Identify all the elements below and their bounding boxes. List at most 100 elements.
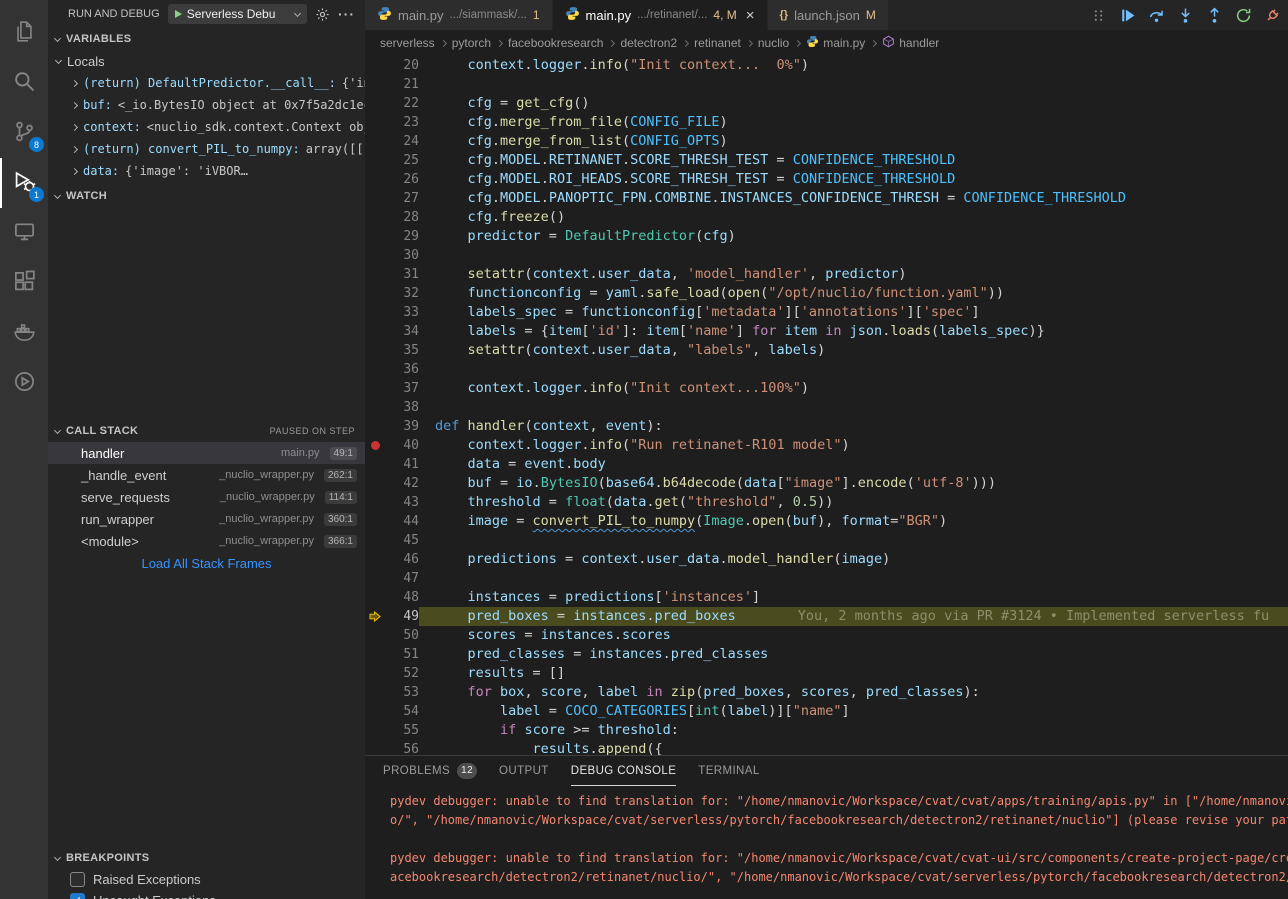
gutter[interactable]: 46 bbox=[365, 550, 419, 569]
breadcrumb-item[interactable]: handler bbox=[882, 35, 939, 51]
gutter[interactable]: 37 bbox=[365, 379, 419, 398]
editor-tab[interactable]: main.py.../siammask/...1 bbox=[365, 0, 553, 30]
breadcrumb-item[interactable]: nuclio bbox=[758, 36, 789, 50]
gutter[interactable]: 50 bbox=[365, 626, 419, 645]
breadcrumb-item[interactable]: retinanet bbox=[694, 36, 741, 50]
code-line[interactable]: 26 cfg.MODEL.ROI_HEADS.SCORE_THRESH_TEST… bbox=[365, 170, 1288, 189]
code-line[interactable]: 39def handler(context, event): bbox=[365, 417, 1288, 436]
step-over-icon[interactable] bbox=[1146, 5, 1166, 25]
gutter[interactable]: 49 bbox=[365, 607, 419, 626]
variable-item[interactable]: (return) convert_PIL_to_numpy:array([[[ … bbox=[48, 138, 365, 160]
breadcrumb-item[interactable]: detectron2 bbox=[620, 36, 677, 50]
code-line[interactable]: 54 label = COCO_CATEGORIES[int(label)]["… bbox=[365, 702, 1288, 721]
code-line[interactable]: 33 labels_spec = functionconfig['metadat… bbox=[365, 303, 1288, 322]
scope-locals[interactable]: Locals bbox=[48, 50, 365, 72]
load-all-stack-frames-link[interactable]: Load All Stack Frames bbox=[48, 552, 365, 574]
code-line[interactable]: 40 context.logger.info("Run retinanet-R1… bbox=[365, 436, 1288, 455]
gutter[interactable]: 53 bbox=[365, 683, 419, 702]
gutter[interactable]: 52 bbox=[365, 664, 419, 683]
code-line[interactable]: 36 bbox=[365, 360, 1288, 379]
code-line[interactable]: 27 cfg.MODEL.PANOPTIC_FPN.COMBINE.INSTAN… bbox=[365, 189, 1288, 208]
code-line[interactable]: 52 results = [] bbox=[365, 664, 1288, 683]
activity-item-docker[interactable] bbox=[0, 308, 48, 358]
variable-item[interactable]: (return) DefaultPredictor.__call__:{'ins… bbox=[48, 72, 365, 94]
editor-tab[interactable]: main.py.../retinanet/...4, M× bbox=[553, 0, 768, 30]
code-line[interactable]: 48 instances = predictions['instances'] bbox=[365, 588, 1288, 607]
launch-config-select[interactable]: Serverless Debu bbox=[168, 4, 307, 24]
code-line[interactable]: 43 threshold = float(data.get("threshold… bbox=[365, 493, 1288, 512]
stack-frame[interactable]: _handle_event_nuclio_wrapper.py262:1 bbox=[48, 464, 365, 486]
editor-tab[interactable]: {}launch.jsonM bbox=[768, 0, 889, 30]
tab-output[interactable]: OUTPUT bbox=[499, 756, 549, 786]
breakpoint-item[interactable]: Raised Exceptions bbox=[48, 869, 365, 890]
code-line[interactable]: 24 cfg.merge_from_list(CONFIG_OPTS) bbox=[365, 132, 1288, 151]
stack-frame[interactable]: serve_requests_nuclio_wrapper.py114:1 bbox=[48, 486, 365, 508]
code-line[interactable]: 22 cfg = get_cfg() bbox=[365, 94, 1288, 113]
gutter[interactable]: 22 bbox=[365, 94, 419, 113]
gutter[interactable]: 23 bbox=[365, 113, 419, 132]
step-into-icon[interactable] bbox=[1175, 5, 1195, 25]
activity-item-search[interactable] bbox=[0, 58, 48, 108]
variable-item[interactable]: data:{'image': 'iVBOR… bbox=[48, 160, 365, 182]
code-line[interactable]: 46 predictions = context.user_data.model… bbox=[365, 550, 1288, 569]
gutter[interactable]: 45 bbox=[365, 531, 419, 550]
code-line[interactable]: 29 predictor = DefaultPredictor(cfg) bbox=[365, 227, 1288, 246]
tab-debug-console[interactable]: DEBUG CONSOLE bbox=[571, 756, 677, 786]
code-line[interactable]: 30 bbox=[365, 246, 1288, 265]
gutter[interactable]: 24 bbox=[365, 132, 419, 151]
code-line[interactable]: 25 cfg.MODEL.RETINANET.SCORE_THRESH_TEST… bbox=[365, 151, 1288, 170]
stack-frame[interactable]: run_wrapper_nuclio_wrapper.py360:1 bbox=[48, 508, 365, 530]
restart-icon[interactable] bbox=[1233, 5, 1253, 25]
close-icon[interactable]: × bbox=[746, 7, 755, 24]
stack-frame[interactable]: handlermain.py49:1 bbox=[48, 442, 365, 464]
checkbox[interactable] bbox=[70, 872, 85, 887]
activity-item-explorer[interactable] bbox=[0, 8, 48, 58]
tab-problems[interactable]: PROBLEMS12 bbox=[383, 756, 477, 786]
gutter[interactable]: 38 bbox=[365, 398, 419, 417]
code-line[interactable]: 55 if score >= threshold: bbox=[365, 721, 1288, 740]
code-line[interactable]: 45 bbox=[365, 531, 1288, 550]
breadcrumb-item[interactable]: pytorch bbox=[452, 36, 491, 50]
gutter[interactable]: 39 bbox=[365, 417, 419, 436]
gutter[interactable]: 32 bbox=[365, 284, 419, 303]
gutter[interactable]: 35 bbox=[365, 341, 419, 360]
gutter[interactable]: 20 bbox=[365, 56, 419, 75]
drag-handle-icon[interactable] bbox=[1088, 5, 1108, 25]
code-line[interactable]: 21 bbox=[365, 75, 1288, 94]
gutter[interactable]: 43 bbox=[365, 493, 419, 512]
gutter[interactable]: 42 bbox=[365, 474, 419, 493]
code-line[interactable]: 34 labels = {item['id']: item['name'] fo… bbox=[365, 322, 1288, 341]
breakpoint-item[interactable]: ✓Uncaught Exceptions bbox=[48, 890, 365, 899]
continue-icon[interactable] bbox=[1117, 5, 1137, 25]
gutter[interactable]: 44 bbox=[365, 512, 419, 531]
gutter[interactable]: 48 bbox=[365, 588, 419, 607]
code-line[interactable]: 49 pred_boxes = instances.pred_boxesYou,… bbox=[365, 607, 1288, 626]
gutter[interactable]: 54 bbox=[365, 702, 419, 721]
breadcrumb-item[interactable]: facebookresearch bbox=[508, 36, 603, 50]
call-stack-section-header[interactable]: CALL STACK PAUSED ON STEP bbox=[48, 420, 365, 442]
gutter[interactable]: 25 bbox=[365, 151, 419, 170]
variables-section-header[interactable]: VARIABLES bbox=[48, 28, 365, 50]
code-line[interactable]: 31 setattr(context.user_data, 'model_han… bbox=[365, 265, 1288, 284]
gutter[interactable]: 56 bbox=[365, 740, 419, 755]
gutter[interactable]: 41 bbox=[365, 455, 419, 474]
stack-frame[interactable]: <module>_nuclio_wrapper.py366:1 bbox=[48, 530, 365, 552]
code-line[interactable]: 51 pred_classes = instances.pred_classes bbox=[365, 645, 1288, 664]
step-out-icon[interactable] bbox=[1204, 5, 1224, 25]
breakpoints-section-header[interactable]: BREAKPOINTS bbox=[48, 847, 365, 869]
code-line[interactable]: 47 bbox=[365, 569, 1288, 588]
code-line[interactable]: 20 context.logger.info("Init context... … bbox=[365, 56, 1288, 75]
gutter[interactable]: 27 bbox=[365, 189, 419, 208]
gutter[interactable]: 30 bbox=[365, 246, 419, 265]
code-line[interactable]: 42 buf = io.BytesIO(base64.b64decode(dat… bbox=[365, 474, 1288, 493]
disconnect-icon[interactable] bbox=[1262, 5, 1282, 25]
code-editor[interactable]: 20 context.logger.info("Init context... … bbox=[365, 56, 1288, 755]
code-line[interactable]: 38 bbox=[365, 398, 1288, 417]
activity-item-run-and-debug[interactable]: 1 bbox=[0, 158, 48, 208]
tab-terminal[interactable]: TERMINAL bbox=[698, 756, 759, 786]
activity-item-remote-explorer[interactable] bbox=[0, 208, 48, 258]
breadcrumb-item[interactable]: main.py bbox=[806, 35, 865, 51]
code-line[interactable]: 41 data = event.body bbox=[365, 455, 1288, 474]
gutter[interactable]: 55 bbox=[365, 721, 419, 740]
variable-item[interactable]: buf:<_io.BytesIO object at 0x7f5a2dc1ecc… bbox=[48, 94, 365, 116]
